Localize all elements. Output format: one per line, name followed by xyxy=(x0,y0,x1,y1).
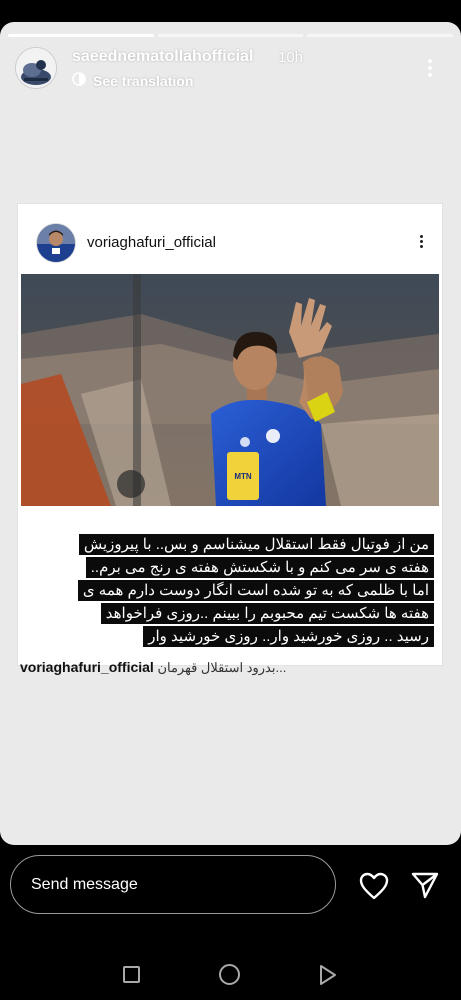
heart-icon[interactable] xyxy=(358,871,390,906)
caption-line-1: من از فوتبال فقط استقلال میشناسم و بس.. … xyxy=(78,534,434,555)
send-message-input[interactable] xyxy=(10,855,336,914)
caption-line-2: هفته ی سر می کنم و با شکستش هفته ی رنج م… xyxy=(85,557,434,578)
sponsor-label: MTN xyxy=(234,472,252,481)
caption-line-3: اما با ظلمی که به تو شده است انگار دوست … xyxy=(77,580,434,601)
more-vertical-icon[interactable] xyxy=(420,56,440,82)
football-player-photo: MTN xyxy=(21,274,439,506)
progress-segment xyxy=(307,34,454,37)
post-caption-username: voriaghafuri_official xyxy=(20,659,154,675)
post-avatar xyxy=(36,223,76,263)
post-caption-preview: voriaghafuri_official بدرود استقلال قهرم… xyxy=(20,659,286,676)
system-nav-bar xyxy=(0,945,461,1000)
post-more-icon[interactable] xyxy=(416,233,426,253)
progress-segment xyxy=(157,34,304,37)
post-photo: MTN xyxy=(21,274,439,506)
story-progress-bar xyxy=(8,34,454,37)
post-caption-text: بدرود استقلال قهرمان... xyxy=(157,660,287,675)
story-username[interactable]: saeednematollahofficial xyxy=(72,48,253,66)
caption-line-4: هفته ها شکست تیم محبوبم را ببینم ..روزی … xyxy=(100,603,434,624)
story-viewer[interactable]: saeednematollahofficial 10h See translat… xyxy=(0,22,461,845)
recent-apps-button[interactable] xyxy=(123,966,140,983)
caption-line-5: رسید .. روزی خورشید وار.. روزی خورشید وا… xyxy=(143,626,434,647)
paper-plane-icon[interactable] xyxy=(410,870,440,905)
shared-post-card[interactable]: voriaghafuri_official MTN من از فوتبال ف… xyxy=(18,204,442,665)
see-translation-button[interactable]: See translation xyxy=(72,72,193,89)
story-timestamp: 10h xyxy=(278,49,304,66)
see-translation-label: See translation xyxy=(93,72,194,89)
translate-icon xyxy=(72,72,86,89)
progress-segment xyxy=(8,34,154,37)
story-avatar[interactable] xyxy=(15,47,57,89)
avatar-image xyxy=(16,48,56,88)
home-button[interactable] xyxy=(219,964,240,985)
back-button[interactable] xyxy=(318,964,338,991)
post-username[interactable]: voriaghafuri_official xyxy=(87,234,216,251)
